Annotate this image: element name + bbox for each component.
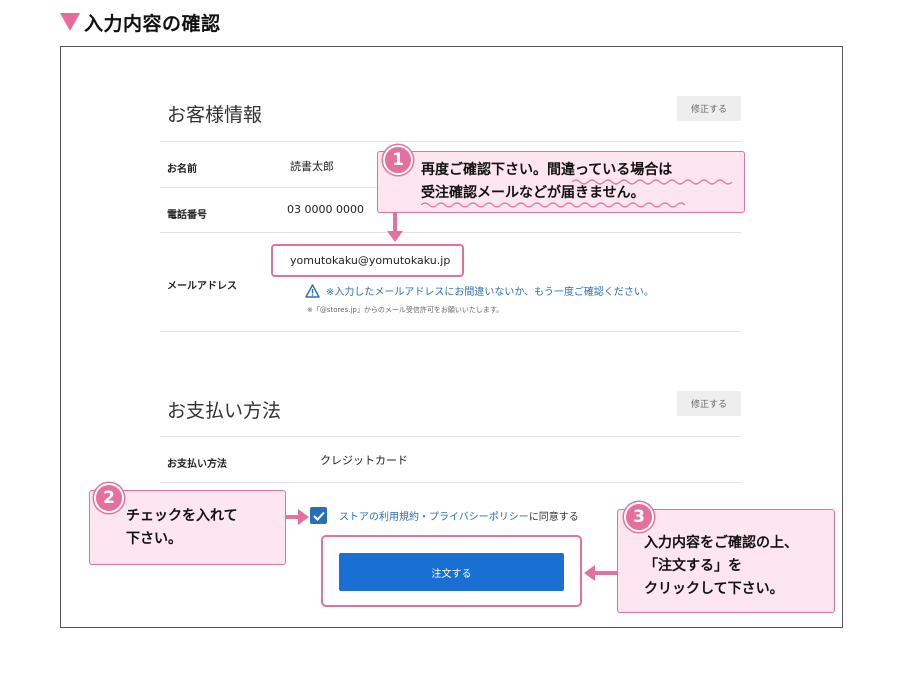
customer-edit-button[interactable]: 修正する <box>677 96 741 121</box>
name-value: 読書太郎 <box>290 160 334 173</box>
divider <box>160 141 741 142</box>
wavy-underline <box>421 202 686 208</box>
callout-3-line2: 「注文する」を <box>644 558 742 574</box>
checkmark-icon <box>312 511 325 521</box>
terms-checkbox[interactable] <box>310 507 327 524</box>
order-button[interactable]: 注文する <box>339 553 564 591</box>
arrow-left-icon <box>584 565 618 581</box>
callout-2-number: 2 <box>94 483 124 513</box>
email-note: ※「@stores.jp」からのメール受信許可をお願いいたします。 <box>307 306 504 314</box>
email-label: メールアドレス <box>167 281 237 292</box>
email-value-highlight: yomutokaku@yomutokaku.jp <box>271 244 464 277</box>
page-heading: 入力内容の確認 <box>60 8 221 36</box>
payment-method-label: お支払い方法 <box>167 459 227 470</box>
callout-2-line1: チェックを入れて <box>126 508 238 524</box>
callout-2-line2: 下さい。 <box>126 531 182 547</box>
callout-3-line3: クリックして下さい。 <box>644 581 784 597</box>
warning-icon <box>305 283 320 298</box>
callout-1-number: 1 <box>383 145 413 175</box>
divider <box>160 436 741 437</box>
payment-edit-button[interactable]: 修正する <box>677 391 741 416</box>
email-value: yomutokaku@yomutokaku.jp <box>290 254 451 267</box>
email-warning: ※入力したメールアドレスにお間違いないか、もう一度ご確認ください。 <box>305 283 654 298</box>
divider <box>160 232 741 233</box>
phone-label: 電話番号 <box>167 210 207 221</box>
callout-3-line1: 入力内容をご確認の上、 <box>644 535 798 551</box>
triangle-marker-icon <box>60 13 80 31</box>
divider <box>160 331 741 332</box>
email-warning-text: ※入力したメールアドレスにお間違いないか、もう一度ご確認ください。 <box>326 287 654 298</box>
divider <box>160 482 741 483</box>
order-button-highlight: 注文する <box>321 535 582 607</box>
terms-link[interactable]: ストアの利用規約・プライバシーポリシー <box>339 508 529 523</box>
callout-3-number: 3 <box>624 502 654 532</box>
wavy-underline <box>572 179 733 185</box>
arrow-right-icon <box>285 509 309 525</box>
phone-value: 03 0000 0000 <box>287 203 364 216</box>
customer-section-title: お客様情報 <box>167 104 263 126</box>
arrow-down-icon <box>387 212 403 242</box>
terms-agreement: ストアの利用規約・プライバシーポリシー に同意する <box>310 507 579 524</box>
name-label: お名前 <box>167 164 197 175</box>
payment-method-value: クレジットカード <box>320 454 408 467</box>
terms-tail-text: に同意する <box>528 512 579 523</box>
page-heading-text: 入力内容の確認 <box>84 12 221 35</box>
payment-section-title: お支払い方法 <box>167 400 282 422</box>
